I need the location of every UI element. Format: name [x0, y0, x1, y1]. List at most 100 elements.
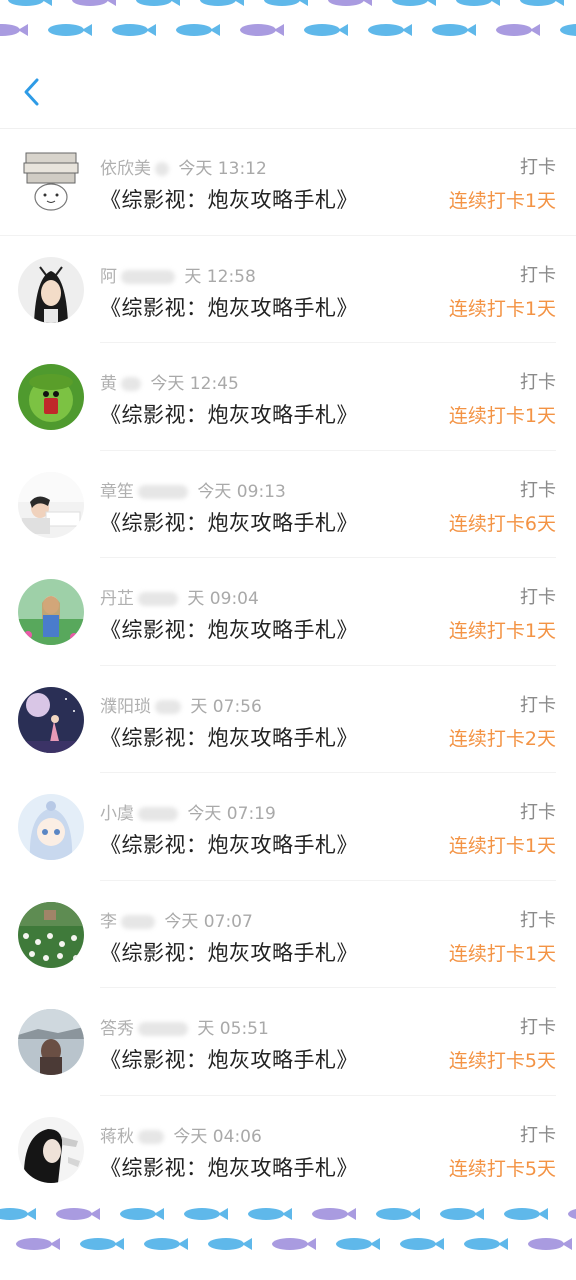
fish-decoration — [334, 1236, 380, 1252]
fish-decoration — [78, 1236, 124, 1252]
fish-decoration — [494, 22, 540, 38]
bottom-decoration — [0, 1200, 576, 1280]
checkin-time: 天 09:04 — [187, 589, 259, 609]
user-name: 依欣美 — [100, 159, 151, 179]
avatar[interactable] — [18, 579, 84, 645]
fish-decoration — [262, 0, 308, 8]
user-name: 丹芷 — [100, 589, 134, 609]
fish-decoration — [246, 1206, 292, 1222]
checkin-time: 今天 13:12 — [178, 159, 267, 179]
list-item[interactable]: 丹芷 天 09:04 《综影视：炮灰攻略手札》 打卡 连续打卡1天 — [0, 558, 576, 666]
fish-decoration — [110, 22, 156, 38]
user-name: 阿 — [100, 266, 117, 287]
checkin-time: 天 07:56 — [190, 696, 262, 717]
book-title[interactable]: 《综影视：炮灰攻略手札》 — [100, 292, 358, 322]
user-meta: 李 今天 07:07 — [100, 907, 253, 932]
avatar[interactable] — [18, 256, 84, 323]
list-item[interactable]: 依欣美 今天 13:12 《综影视：炮灰攻略手札》 打卡 连续打卡1天 — [0, 128, 576, 236]
fish-decoration — [518, 0, 564, 8]
user-meta: 章笙 今天 09:13 — [100, 477, 286, 502]
chevron-left-icon — [24, 78, 39, 106]
checkin-list: 依欣美 今天 13:12 《综影视：炮灰攻略手札》 打卡 连续打卡1天 阿 天 … — [0, 128, 576, 1203]
streak-label: 连续打卡1天 — [448, 835, 556, 857]
streak-label: 连续打卡1天 — [448, 405, 556, 427]
avatar[interactable] — [18, 1009, 84, 1075]
user-meta: 依欣美 今天 13:12 — [100, 154, 267, 179]
streak-label: 连续打卡6天 — [448, 512, 556, 535]
list-item[interactable]: 阿 天 12:58 《综影视：炮灰攻略手札》 打卡 连续打卡1天 — [0, 236, 576, 344]
user-name: 答秀 — [100, 1019, 134, 1039]
fish-decoration — [390, 0, 436, 8]
book-title[interactable]: 《综影视：炮灰攻略手札》 — [100, 937, 358, 967]
streak-label: 连续打卡2天 — [448, 727, 556, 750]
user-meta: 丹芷 天 09:04 — [100, 584, 259, 609]
avatar[interactable] — [18, 794, 84, 860]
list-item[interactable]: 小虞 今天 07:19 《综影视：炮灰攻略手札》 打卡 连续打卡1天 — [0, 773, 576, 881]
book-title[interactable]: 《综影视：炮灰攻略手札》 — [100, 1152, 358, 1182]
book-title[interactable]: 《综影视：炮灰攻略手札》 — [100, 184, 358, 214]
fish-decoration — [462, 1236, 508, 1252]
fish-decoration — [206, 1236, 252, 1252]
fish-decoration — [0, 1206, 36, 1222]
list-item[interactable]: 章笙 今天 09:13 《综影视：炮灰攻略手札》 打卡 连续打卡6天 — [0, 451, 576, 559]
fish-decoration — [198, 0, 244, 8]
fish-decoration — [174, 22, 220, 38]
avatar[interactable] — [18, 686, 84, 753]
checkin-tag: 打卡 — [520, 479, 556, 501]
list-item[interactable]: 蒋秋 今天 04:06 《综影视：炮灰攻略手札》 打卡 连续打卡5天 — [0, 1096, 576, 1204]
checkin-time: 今天 09:13 — [197, 481, 286, 502]
fish-decoration — [430, 22, 476, 38]
user-name: 李 — [100, 911, 117, 932]
streak-label: 连续打卡5天 — [448, 1157, 556, 1180]
avatar[interactable] — [18, 1116, 84, 1183]
book-title[interactable]: 《综影视：炮灰攻略手札》 — [100, 722, 358, 752]
fish-decoration — [118, 1206, 164, 1222]
avatar[interactable] — [18, 364, 84, 430]
checkin-tag: 打卡 — [520, 694, 556, 716]
fish-decoration — [302, 22, 348, 38]
checkin-time: 今天 07:19 — [187, 804, 276, 824]
book-title[interactable]: 《综影视：炮灰攻略手札》 — [100, 829, 358, 859]
user-meta: 小虞 今天 07:19 — [100, 799, 276, 824]
list-item[interactable]: 黄 今天 12:45 《综影视：炮灰攻略手札》 打卡 连续打卡1天 — [0, 343, 576, 451]
avatar[interactable] — [18, 149, 84, 215]
book-title[interactable]: 《综影视：炮灰攻略手札》 — [100, 614, 358, 644]
fish-decoration — [526, 1236, 572, 1252]
list-item[interactable]: 答秀 天 05:51 《综影视：炮灰攻略手札》 打卡 连续打卡5天 — [0, 988, 576, 1096]
fish-decoration — [558, 22, 576, 38]
fish-decoration — [6, 0, 52, 8]
checkin-time: 天 12:58 — [184, 266, 256, 287]
fish-decoration — [70, 0, 116, 8]
checkin-tag: 打卡 — [520, 1017, 556, 1038]
list-item[interactable]: 濮阳琐 天 07:56 《综影视：炮灰攻略手札》 打卡 连续打卡2天 — [0, 666, 576, 774]
top-bar — [0, 56, 576, 129]
checkin-tag: 打卡 — [520, 1124, 556, 1146]
user-name: 蒋秋 — [100, 1126, 134, 1147]
list-item[interactable]: 李 今天 07:07 《综影视：炮灰攻略手札》 打卡 连续打卡1天 — [0, 881, 576, 989]
streak-label: 连续打卡5天 — [448, 1050, 556, 1072]
checkin-tag: 打卡 — [520, 909, 556, 931]
user-name: 章笙 — [100, 481, 134, 502]
top-decoration — [0, 0, 576, 56]
fish-decoration — [270, 1236, 316, 1252]
user-meta: 濮阳琐 天 07:56 — [100, 692, 262, 717]
fish-decoration — [0, 22, 28, 38]
streak-label: 连续打卡1天 — [448, 190, 556, 212]
fish-decoration — [374, 1206, 420, 1222]
avatar[interactable] — [18, 471, 84, 538]
book-title[interactable]: 《综影视：炮灰攻略手札》 — [100, 507, 358, 537]
back-button[interactable] — [14, 74, 50, 110]
checkin-tag: 打卡 — [520, 587, 556, 608]
checkin-time: 今天 12:45 — [150, 374, 239, 394]
user-meta: 黄 今天 12:45 — [100, 369, 239, 394]
checkin-time: 今天 07:07 — [164, 911, 253, 932]
user-meta: 答秀 天 05:51 — [100, 1014, 269, 1039]
fish-decoration — [366, 22, 412, 38]
avatar[interactable] — [18, 901, 84, 968]
book-title[interactable]: 《综影视：炮灰攻略手札》 — [100, 1044, 358, 1074]
fish-decoration — [398, 1236, 444, 1252]
user-meta: 蒋秋 今天 04:06 — [100, 1122, 262, 1147]
book-title[interactable]: 《综影视：炮灰攻略手札》 — [100, 399, 358, 429]
user-meta: 阿 天 12:58 — [100, 262, 256, 287]
fish-decoration — [454, 0, 500, 8]
